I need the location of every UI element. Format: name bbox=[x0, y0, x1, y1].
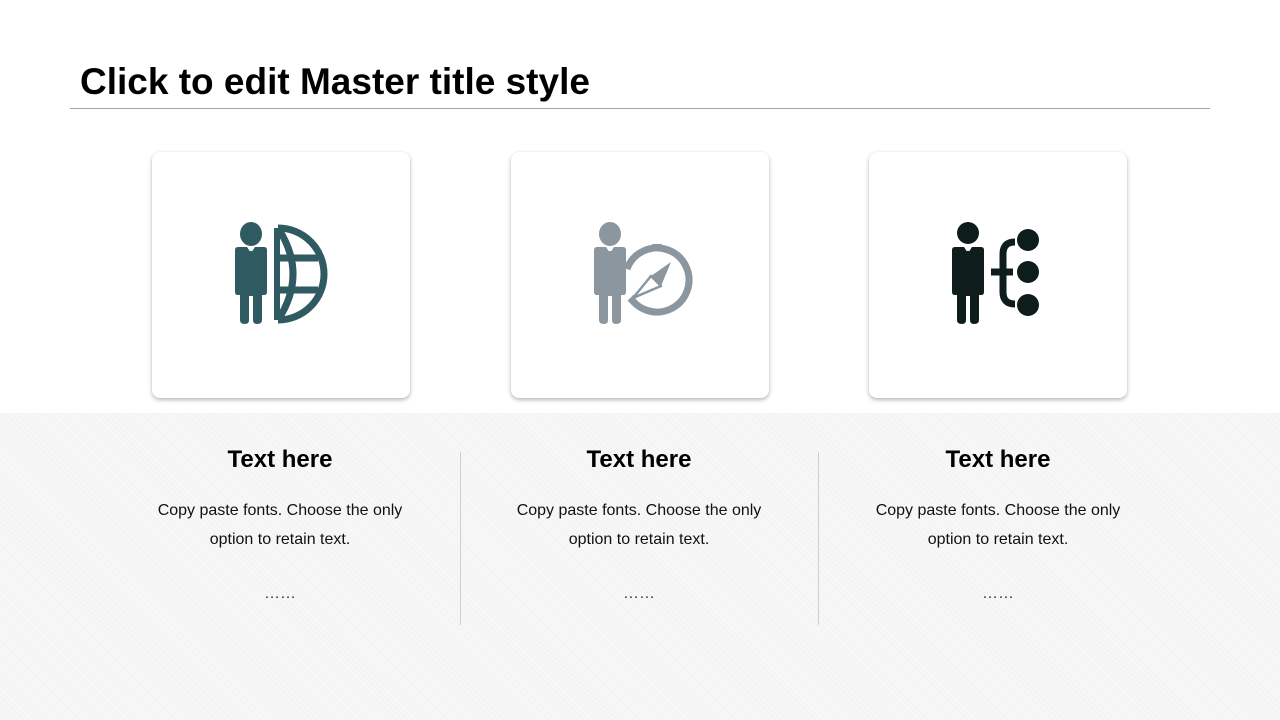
slide-title[interactable]: Click to edit Master title style bbox=[80, 58, 590, 106]
text-column-2: Text here Copy paste fonts. Choose the o… bbox=[489, 440, 789, 604]
text-column-3: Text here Copy paste fonts. Choose the o… bbox=[848, 440, 1148, 604]
businessman-globe-icon bbox=[235, 222, 328, 324]
column-ellipsis[interactable]: …… bbox=[489, 584, 789, 604]
icon-card-1 bbox=[152, 152, 410, 398]
businessman-compass-icon bbox=[594, 222, 693, 324]
column-heading[interactable]: Text here bbox=[848, 440, 1148, 480]
column-body[interactable]: Copy paste fonts. Choose the only option… bbox=[150, 496, 410, 554]
column-ellipsis[interactable]: …… bbox=[130, 584, 430, 604]
column-body[interactable]: Copy paste fonts. Choose the only option… bbox=[509, 496, 769, 554]
slide: Click to edit Master title style Text he… bbox=[0, 0, 1280, 720]
column-body[interactable]: Copy paste fonts. Choose the only option… bbox=[868, 496, 1128, 554]
column-heading[interactable]: Text here bbox=[130, 440, 430, 480]
column-divider bbox=[460, 452, 461, 625]
title-underline bbox=[70, 108, 1210, 109]
column-divider bbox=[818, 452, 819, 625]
businessman-hierarchy-icon bbox=[952, 222, 1039, 324]
icon-card-2 bbox=[511, 152, 769, 398]
icon-card-3 bbox=[869, 152, 1127, 398]
column-ellipsis[interactable]: …… bbox=[848, 584, 1148, 604]
text-column-1: Text here Copy paste fonts. Choose the o… bbox=[130, 440, 430, 604]
column-heading[interactable]: Text here bbox=[489, 440, 789, 480]
